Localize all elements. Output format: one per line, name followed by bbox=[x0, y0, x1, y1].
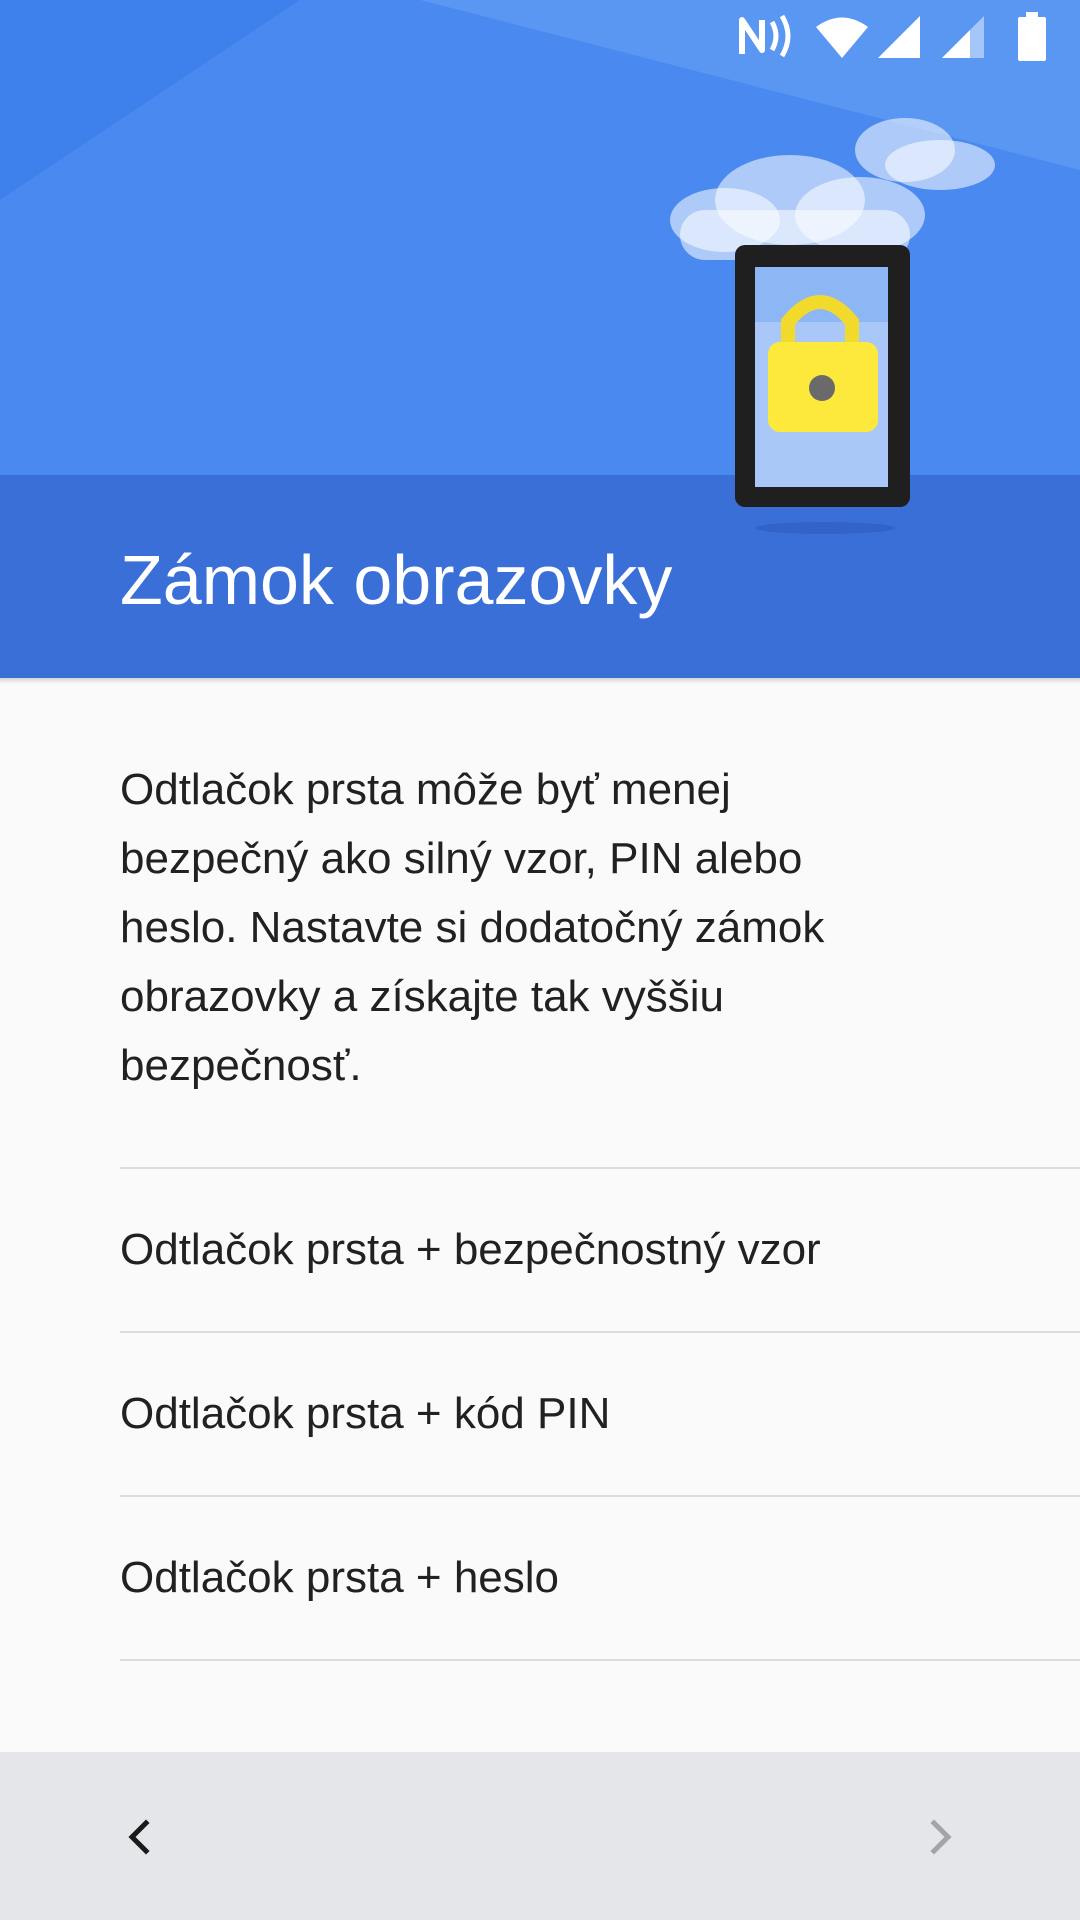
back-button[interactable] bbox=[100, 1797, 180, 1877]
lock-options-list: Odtlačok prsta + bezpečnostný vzor Odtla… bbox=[120, 1167, 1080, 1661]
next-button[interactable] bbox=[900, 1797, 980, 1877]
option-fingerprint-pattern[interactable]: Odtlačok prsta + bezpečnostný vzor bbox=[120, 1169, 1080, 1333]
option-label: Odtlačok prsta + heslo bbox=[120, 1553, 560, 1602]
header-shadow bbox=[0, 678, 1080, 684]
cloud-icon bbox=[670, 118, 995, 260]
status-bar bbox=[0, 0, 1080, 72]
navigation-bar bbox=[0, 1752, 1080, 1920]
chevron-left-icon bbox=[128, 1819, 150, 1855]
nfc-icon bbox=[739, 14, 791, 58]
chevron-right-icon bbox=[930, 1819, 952, 1855]
battery-icon bbox=[1018, 12, 1046, 61]
page-title: Zámok obrazovky bbox=[120, 541, 673, 619]
option-fingerprint-password[interactable]: Odtlačok prsta + heslo bbox=[120, 1497, 1080, 1661]
signal-icon bbox=[942, 16, 984, 58]
header: Zámok obrazovky bbox=[0, 0, 1080, 678]
phone-lock-illustration bbox=[670, 118, 995, 534]
wifi-icon bbox=[816, 17, 868, 58]
description-text: Odtlačok prsta môže byť menej bezpečný a… bbox=[120, 765, 825, 1090]
option-label: Odtlačok prsta + kód PIN bbox=[120, 1389, 611, 1438]
signal-icon bbox=[878, 16, 920, 58]
option-label: Odtlačok prsta + bezpečnostný vzor bbox=[120, 1225, 821, 1274]
option-fingerprint-pin[interactable]: Odtlačok prsta + kód PIN bbox=[120, 1333, 1080, 1497]
